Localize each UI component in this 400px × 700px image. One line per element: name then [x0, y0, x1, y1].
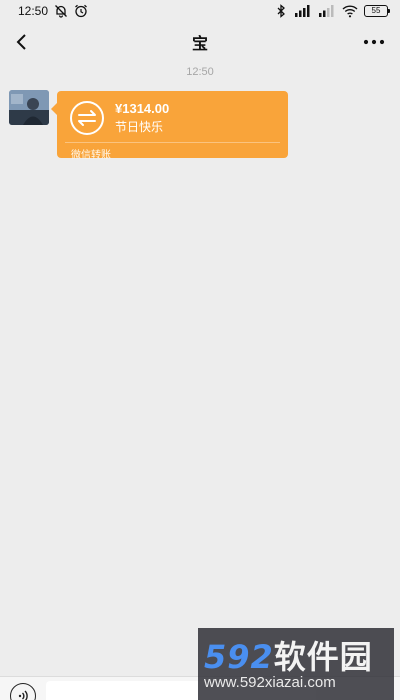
bluetooth-icon: [277, 4, 285, 18]
watermark-brand-number: 592: [204, 638, 274, 676]
chat-title: 宝: [191, 34, 208, 53]
transfer-footer-label: 微信转账: [71, 150, 111, 161]
message-timestamp: 12:50: [186, 66, 214, 78]
transfer-arrows-icon: [70, 101, 104, 135]
title-bar: 宝: [0, 22, 400, 62]
status-time: 12:50: [18, 4, 49, 18]
transfer-message-card[interactable]: ¥1314.00 节日快乐 微信转账: [57, 91, 288, 161]
transfer-note: 节日快乐: [115, 120, 164, 134]
signal-icon-2: [319, 5, 334, 17]
status-bar: 12:50 55: [0, 0, 400, 22]
chevron-left-icon: [16, 34, 26, 50]
voice-icon: [18, 690, 28, 700]
wifi-icon: [342, 5, 358, 18]
transfer-amount: ¥1314.00: [115, 101, 170, 116]
transfer-divider: [65, 142, 280, 143]
more-dots-icon: [363, 39, 385, 45]
status-left: 12:50: [18, 4, 88, 18]
watermark-brand-text: 软件园: [273, 638, 373, 676]
status-right: 55: [274, 4, 390, 18]
avatar[interactable]: [9, 90, 49, 125]
watermark-url: www.592xiazai.com: [204, 674, 336, 691]
avatar-image: [9, 90, 49, 125]
battery-icon: 55: [364, 5, 390, 17]
watermark-brand: 592软件园: [204, 632, 373, 678]
watermark: 592软件园 www.592xiazai.com: [198, 628, 394, 700]
mute-bell-icon: [55, 5, 67, 18]
more-button[interactable]: [360, 29, 388, 55]
signal-icon: [295, 5, 310, 17]
back-button[interactable]: [8, 29, 34, 55]
alarm-icon: [75, 4, 87, 18]
voice-button[interactable]: [10, 683, 36, 700]
